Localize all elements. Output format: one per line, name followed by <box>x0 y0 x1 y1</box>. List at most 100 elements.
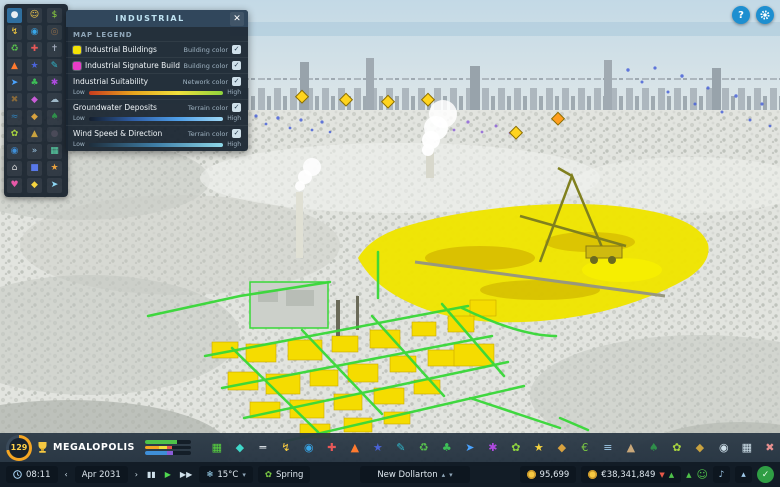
fire-safety-infoview-icon[interactable]: ▲ <box>7 59 22 74</box>
temperature-dropdown[interactable]: ❄ 15°C ▾ <box>199 466 253 483</box>
help-button[interactable]: ? <box>732 6 750 24</box>
photo-mode-icon[interactable]: ◉ <box>714 438 734 458</box>
budget-display[interactable]: €38,341,849 ▼ ▲ <box>581 466 681 483</box>
next-button[interactable]: › <box>133 470 140 479</box>
bottom-ui: 129 MEGALOPOLIS ▦◆═↯◉✚▲★✎♻♣➤✱✿★◆€≡▲♠✿◆ ◉… <box>0 433 780 487</box>
signature-buildings-tool-icon[interactable]: ★ <box>529 438 549 458</box>
groundwater-infoview-icon[interactable]: ◉ <box>7 144 22 159</box>
garbage-tool-icon[interactable]: ♻ <box>414 438 434 458</box>
milestones-infoview-icon[interactable]: ◆ <box>27 178 42 193</box>
happiness-infoview-icon[interactable]: ☺ <box>27 8 42 23</box>
landscaping-tool-icon[interactable]: ✿ <box>506 438 526 458</box>
toolbar-icons: ▦◆═↯◉✚▲★✎♻♣➤✱✿★◆€≡▲♠✿◆ <box>207 438 710 458</box>
clock-icon <box>13 470 22 479</box>
noise-pollution-infoview-icon[interactable]: ◆ <box>27 93 42 108</box>
map-legend-label: MAP LEGEND <box>66 27 248 41</box>
rci-demand[interactable] <box>145 440 191 455</box>
play-button[interactable]: ▶ <box>163 470 173 479</box>
groundwater-checkbox[interactable]: ✓ <box>232 103 241 112</box>
low-label: Low <box>73 89 85 96</box>
oil-infoview-icon[interactable]: ● <box>47 127 62 142</box>
population-trend-icon: ▲ <box>686 471 691 479</box>
deathcare-infoview-icon[interactable]: ✝ <box>47 42 62 57</box>
sewage-infoview-icon[interactable]: ◎ <box>47 25 62 40</box>
wind-infoview-icon[interactable]: » <box>27 144 42 159</box>
zones-tool-icon[interactable]: ▦ <box>207 438 227 458</box>
prev-button[interactable]: ‹ <box>63 470 70 479</box>
forestry-tool-icon[interactable]: ♠ <box>644 438 664 458</box>
collapse-toolbar-button[interactable]: ▴ <box>735 466 752 483</box>
transportation-infoview-icon[interactable]: ➤ <box>7 76 22 91</box>
fire-rescue-tool-icon[interactable]: ▲ <box>345 438 365 458</box>
communications-infoview-icon[interactable]: ✱ <box>47 76 62 91</box>
legend-row-groundwater: Groundwater Deposits Terrain color ✓ Low… <box>66 99 248 125</box>
parks-recreation-tool-icon[interactable]: ♣ <box>437 438 457 458</box>
pause-button[interactable]: ▮▮ <box>145 470 158 479</box>
healthcare-infoview-icon[interactable]: ✚ <box>27 42 42 57</box>
water-pollution-infoview-icon[interactable]: ≈ <box>7 110 22 125</box>
tourism-infoview-icon[interactable]: ★ <box>47 161 62 176</box>
bulldozer-icon[interactable]: ✖ <box>760 438 780 458</box>
close-icon[interactable]: ✕ <box>230 12 244 26</box>
attractiveness-infoview-icon[interactable]: ♥ <box>7 178 22 193</box>
city-status-button[interactable]: ✓ <box>757 466 774 483</box>
settings-button[interactable] <box>756 6 774 24</box>
economy-tool-icon[interactable]: € <box>575 438 595 458</box>
legend-title: INDUSTRIAL <box>70 14 230 23</box>
toolbar-right-icons: ◉▦✖ <box>714 438 780 458</box>
ore-infoview-icon[interactable]: ▲ <box>27 127 42 142</box>
statistics-tool-icon[interactable]: ≡ <box>598 438 618 458</box>
outside-connections-infoview-icon[interactable]: ➤ <box>47 178 62 193</box>
city-name-selector[interactable]: New Dollarton ▴ ▾ <box>360 466 470 483</box>
industrial-demand-bar <box>145 451 191 455</box>
gear-icon <box>759 9 771 21</box>
communications-tool-icon[interactable]: ✱ <box>483 438 503 458</box>
suitability-checkbox[interactable]: ✓ <box>232 77 241 86</box>
chevron-up-icon: ▴ <box>741 470 746 480</box>
industry-tool-icon[interactable]: ◆ <box>552 438 572 458</box>
education-tool-icon[interactable]: ✎ <box>391 438 411 458</box>
ore-mining-tool-icon[interactable]: ◆ <box>690 438 710 458</box>
high-label: High <box>227 89 241 96</box>
police-infoview-icon[interactable]: ★ <box>27 59 42 74</box>
transportation-tool-icon[interactable]: ➤ <box>460 438 480 458</box>
electricity-infoview-icon[interactable]: ↯ <box>7 25 22 40</box>
radio-button[interactable]: ♪ <box>713 466 730 483</box>
ground-pollution-infoview-icon[interactable]: ✖ <box>7 93 22 108</box>
parks-infoview-icon[interactable]: ♣ <box>27 76 42 91</box>
education-infoview-icon[interactable]: ✎ <box>47 59 62 74</box>
milestone-progress-badge[interactable]: 129 <box>6 435 32 461</box>
employment-infoview-icon[interactable]: ■ <box>27 161 42 176</box>
forestry-infoview-icon[interactable]: ♠ <box>47 110 62 125</box>
row-label: Wind Speed & Direction <box>73 129 184 138</box>
fertile-land-infoview-icon[interactable]: ✿ <box>7 127 22 142</box>
fast-forward-button[interactable]: ▶▶ <box>178 470 194 479</box>
water-infoview-icon[interactable]: ◉ <box>27 25 42 40</box>
row-type: Building color <box>184 62 228 70</box>
row-label: Industrial Signature Buildings <box>85 61 180 70</box>
buildings-infoview-icon[interactable]: ⌂ <box>7 161 22 176</box>
industrial-buildings-checkbox[interactable]: ✓ <box>232 45 241 54</box>
money-display[interactable]: 95,699 <box>520 466 577 483</box>
police-tool-icon[interactable]: ★ <box>368 438 388 458</box>
high-label: High <box>227 115 241 122</box>
milestone-level: 129 <box>9 438 29 458</box>
electricity-tool-icon[interactable]: ↯ <box>276 438 296 458</box>
healthcare-tool-icon[interactable]: ✚ <box>322 438 342 458</box>
temperature-value: 15°C <box>217 470 238 480</box>
air-pollution-infoview-icon[interactable]: ☁ <box>47 93 62 108</box>
water-sewage-tool-icon[interactable]: ◉ <box>299 438 319 458</box>
land-value-infoview-icon[interactable]: $ <box>47 8 62 23</box>
areas-tool-icon[interactable]: ◆ <box>230 438 250 458</box>
garbage-infoview-icon[interactable]: ♻ <box>7 42 22 57</box>
terraforming-tool-icon[interactable]: ▲ <box>621 438 641 458</box>
map-options-icon[interactable]: ▦ <box>737 438 757 458</box>
zones-infoview-icon[interactable]: ▦ <box>47 144 62 159</box>
signature-buildings-checkbox[interactable]: ✓ <box>232 61 241 70</box>
population-infoview-icon[interactable]: ● <box>7 8 22 23</box>
natural-resources-infoview-icon[interactable]: ◆ <box>27 110 42 125</box>
wind-checkbox[interactable]: ✓ <box>232 129 241 138</box>
agriculture-tool-icon[interactable]: ✿ <box>667 438 687 458</box>
signature-buildings-swatch <box>73 62 81 70</box>
roads-tool-icon[interactable]: ═ <box>253 438 273 458</box>
